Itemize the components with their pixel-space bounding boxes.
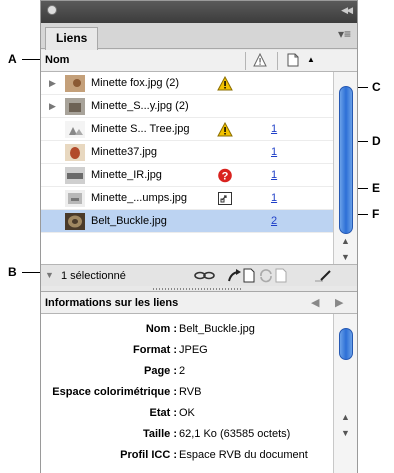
page-disabled-icon[interactable] xyxy=(275,268,287,283)
link-row[interactable]: ▶ Minette fox.jpg (2) xyxy=(41,72,333,95)
link-page-number[interactable]: 2 xyxy=(271,215,277,227)
scrollbar-thumb[interactable] xyxy=(339,86,353,234)
info-label: Format : xyxy=(133,344,177,356)
warning-icon xyxy=(217,76,233,91)
info-row-name: Nom : Belt_Buckle.jpg xyxy=(41,320,333,340)
callout-e: E xyxy=(372,181,381,195)
info-title: Informations sur les liens xyxy=(45,297,179,309)
expand-triangle-icon[interactable]: ▶ xyxy=(49,101,56,112)
update-link-icon[interactable] xyxy=(259,268,273,283)
info-label: Profil ICC : xyxy=(120,449,177,461)
info-value: OK xyxy=(179,407,195,419)
callout-c: C xyxy=(372,80,381,94)
thumbnail-image xyxy=(65,190,85,207)
link-name: Belt_Buckle.jpg xyxy=(91,215,167,227)
link-row[interactable]: Minette S... Tree.jpg 1 xyxy=(41,118,333,141)
page-column-icon[interactable] xyxy=(287,53,299,67)
info-row-icc-profile: Profil ICC : Espace RVB du document xyxy=(41,446,333,466)
callout-a-line xyxy=(22,59,40,60)
column-separator xyxy=(245,52,246,70)
scroll-up-arrow-icon[interactable]: ▲ xyxy=(341,412,350,422)
expand-triangle-icon[interactable]: ▶ xyxy=(49,78,56,89)
selection-count: 1 sélectionné xyxy=(61,270,126,282)
panel-menu-icon[interactable]: ▾≡ xyxy=(338,27,351,41)
link-name: Minette_...umps.jpg xyxy=(91,192,187,204)
thumbnail-image xyxy=(65,213,85,230)
link-page-number[interactable]: 1 xyxy=(271,192,277,204)
link-row[interactable]: Minette_IR.jpg ? 1 xyxy=(41,164,333,187)
info-label: Taille : xyxy=(142,428,177,440)
scroll-down-arrow-icon[interactable]: ▼ xyxy=(341,252,350,262)
edit-original-icon[interactable] xyxy=(313,268,333,283)
thumbnail-image xyxy=(65,98,85,115)
info-value: RVB xyxy=(179,386,202,398)
next-icon[interactable]: ▶ xyxy=(335,296,343,309)
info-row-size: Taille :62,1 Ko (63585 octets) xyxy=(41,425,333,445)
info-value: Espace RVB du document xyxy=(179,449,308,461)
scrollbar-thumb[interactable] xyxy=(339,328,353,360)
relink-icon[interactable] xyxy=(193,268,217,283)
page-icon[interactable] xyxy=(243,268,255,283)
info-label: Etat : xyxy=(149,407,178,419)
scroll-down-arrow-icon[interactable]: ▼ xyxy=(341,428,350,438)
info-value: 62,1 Ko (63585 octets) xyxy=(179,428,291,440)
missing-link-icon: ? xyxy=(218,168,232,183)
tab-row: Liens ▾≡ xyxy=(41,23,357,50)
info-row-page: Page :2 xyxy=(41,362,333,382)
info-value: JPEG xyxy=(179,344,208,356)
link-row[interactable]: ▶ Minette_S...y.jpg (2) xyxy=(41,95,333,118)
info-label: Page : xyxy=(143,365,177,377)
link-row-selected[interactable]: Belt_Buckle.jpg 2 xyxy=(41,210,333,233)
previous-icon[interactable]: ◀ xyxy=(311,296,319,309)
link-row[interactable]: Minette37.jpg 1 xyxy=(41,141,333,164)
svg-text:?: ? xyxy=(222,171,229,183)
links-panel: ◀◀ Liens ▾≡ Nom ▲ ▶ Minette fox.jpg (2) … xyxy=(40,0,358,473)
callout-a: A xyxy=(8,52,17,66)
link-info-area: Nom : Belt_Buckle.jpg Format : JPEG Page :… xyxy=(41,314,333,473)
collapse-icon[interactable]: ◀◀ xyxy=(341,5,353,16)
thumbnail-image xyxy=(65,121,85,138)
close-icon[interactable] xyxy=(47,5,57,15)
sort-arrow-icon[interactable]: ▲ xyxy=(307,55,315,64)
info-label: Espace colorimétrique : xyxy=(52,386,177,398)
callout-b: B xyxy=(8,265,17,279)
links-scrollbar[interactable]: ▲ ▼ xyxy=(333,72,357,282)
link-name: Minette fox.jpg (2) xyxy=(91,77,180,89)
link-name: Minette37.jpg xyxy=(91,146,158,158)
link-name: Minette_S...y.jpg (2) xyxy=(91,100,189,112)
info-scrollbar[interactable]: ▲ ▼ xyxy=(333,314,357,473)
info-value: 2 xyxy=(179,365,186,377)
info-header: Informations sur les liens ◀ ▶ xyxy=(41,292,357,314)
link-page-number[interactable]: 1 xyxy=(271,123,277,135)
panel-titlebar[interactable]: ◀◀ xyxy=(41,1,357,23)
info-row-format: Format : JPEG xyxy=(41,341,333,361)
embedded-link-icon xyxy=(218,192,232,205)
callout-f: F xyxy=(372,207,380,221)
info-label: Nom : xyxy=(145,323,177,335)
scroll-up-arrow-icon[interactable]: ▲ xyxy=(341,236,350,246)
column-header: Nom ▲ xyxy=(41,50,357,72)
link-page-number[interactable]: 1 xyxy=(271,169,277,181)
thumbnail-image xyxy=(65,75,85,92)
tab-liens[interactable]: Liens xyxy=(45,27,99,50)
link-name: Minette S... Tree.jpg xyxy=(91,123,190,135)
thumbnail-image xyxy=(65,167,85,184)
info-row-status: Etat : OK xyxy=(41,404,333,424)
column-separator xyxy=(277,52,278,70)
links-status-bar: ▼ 1 sélectionné xyxy=(41,264,357,286)
thumbnail-image xyxy=(65,144,85,161)
link-name: Minette_IR.jpg xyxy=(91,169,162,181)
links-list: ▶ Minette fox.jpg (2) ▶ Minette_S...y.jp… xyxy=(41,72,333,282)
name-column-header[interactable]: Nom xyxy=(45,54,69,66)
status-column-icon[interactable] xyxy=(253,53,267,67)
callout-d: D xyxy=(372,134,381,148)
info-row-color-space: Espace colorimétrique : RVB xyxy=(41,383,333,403)
link-row[interactable]: Minette_...umps.jpg 1 xyxy=(41,187,333,210)
warning-icon xyxy=(217,122,233,137)
info-value: Belt_Buckle.jpg xyxy=(179,323,255,335)
show-info-triangle-icon[interactable]: ▼ xyxy=(45,270,54,280)
link-page-number[interactable]: 1 xyxy=(271,146,277,158)
resize-grip[interactable] xyxy=(153,288,243,290)
go-to-link-icon[interactable] xyxy=(227,268,241,283)
